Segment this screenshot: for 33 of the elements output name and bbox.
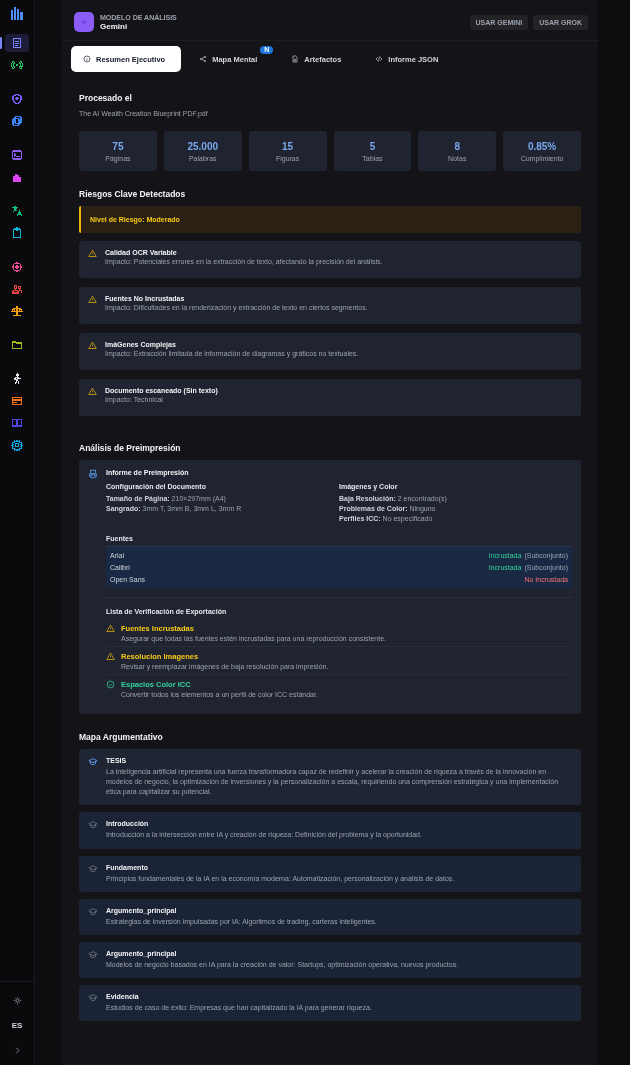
check-circle-icon [106,680,115,689]
stat-value: 25.000 [187,140,219,152]
warning-icon [88,249,97,258]
section-title: Análisis de Preimpresión [79,443,181,453]
stat-value: 8 [454,140,460,152]
model-name: Gemini [100,21,129,31]
warning-icon [88,387,97,396]
graduation-cap-icon [88,949,98,960]
printer-icon [88,469,98,479]
stat-value: 75 [112,140,124,152]
section-title: Mapa Argumentativo [79,732,163,742]
warning-icon [88,341,97,350]
warning-icon [106,652,115,661]
document-icon [291,55,300,63]
sparkle-icon [80,18,88,26]
sun-icon[interactable] [12,996,22,1005]
language-toggle[interactable]: ES [11,1021,23,1030]
logo-icon [10,6,24,20]
stat-value: 5 [369,140,376,152]
info-icon [83,55,91,63]
section-title: Procesado el [79,93,132,103]
code-icon [375,55,384,63]
warning-icon [106,624,115,633]
graduation-cap-icon [88,993,98,1003]
stat-value: 15 [282,140,294,152]
warning-icon [88,295,97,304]
graduation-cap-icon [88,906,98,917]
stat-value: 0.85% [527,140,557,152]
section-title: Riesgos Clave Detectados [79,189,186,199]
nodes-icon [199,55,208,63]
graduation-cap-icon [88,820,98,831]
graduation-cap-icon [88,863,98,874]
graduation-cap-icon [88,757,98,767]
